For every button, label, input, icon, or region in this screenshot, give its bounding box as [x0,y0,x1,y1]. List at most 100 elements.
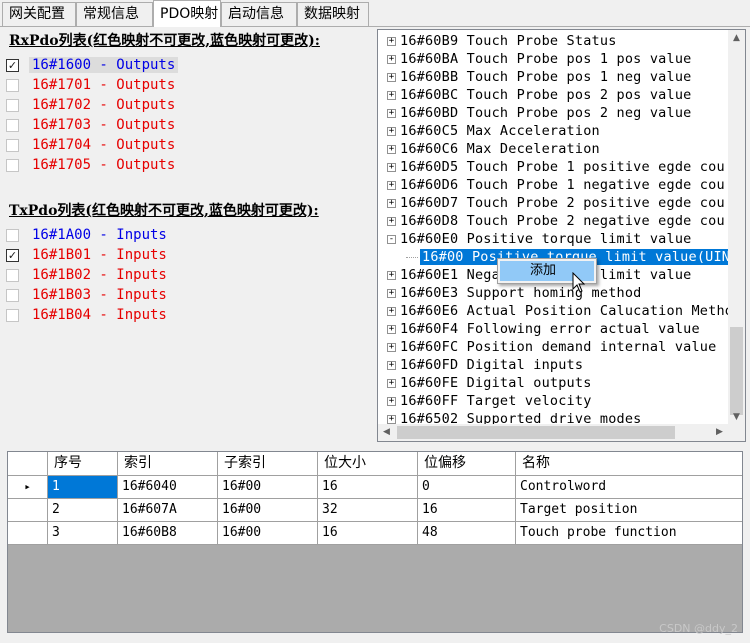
expand-icon[interactable]: + [387,342,396,352]
vertical-scroll-thumb[interactable] [730,327,743,415]
txpdo-item[interactable]: 16#1B03 - Inputs [6,286,170,304]
grid-cell[interactable]: 16#00 [218,499,318,522]
checkbox[interactable] [6,158,19,172]
expand-icon[interactable]: + [387,180,396,190]
expand-icon[interactable]: + [387,360,396,370]
grid-cell[interactable]: 3 [48,522,118,545]
grid-cell[interactable]: 16#60B8 [118,522,218,545]
collapse-icon[interactable]: - [387,234,396,244]
tree-node[interactable]: +16#60BB Touch Probe pos 1 neg value [387,68,691,86]
tree-vertical-scrollbar[interactable]: ▲ ▼ [728,30,745,426]
expand-icon[interactable]: + [387,378,396,388]
expand-icon[interactable]: + [387,144,396,154]
tree-node[interactable]: +16#60FC Position demand internal value [387,338,716,356]
grid-column-header[interactable]: 位大小 [318,452,418,476]
tree-node[interactable]: +16#60D5 Touch Probe 1 positive egde cou [387,158,725,176]
txpdo-item[interactable]: 16#1B04 - Inputs [6,306,170,324]
grid-cell[interactable]: 16#00 [218,476,318,499]
grid-cell[interactable]: 0 [418,476,516,499]
expand-icon[interactable]: + [387,54,396,64]
mapping-data-grid[interactable]: 序号 索引 子索引 位大小 位偏移 名称 ▸ 1 16#6040 16#00 16 0 Controlw… [7,451,743,633]
checkbox[interactable] [6,288,19,302]
checkbox[interactable] [6,98,19,112]
grid-cell[interactable]: Controlword [516,476,742,499]
checkbox[interactable]: ✓ [6,58,19,72]
tree-node[interactable]: +16#60E3 Support homing method [387,284,642,302]
checkbox[interactable] [6,268,19,282]
rxpdo-item[interactable]: 16#1704 - Outputs [6,136,178,154]
checkbox[interactable] [6,78,19,92]
scroll-left-arrow-icon[interactable]: ◀ [378,424,395,441]
checkbox[interactable]: ✓ [6,248,19,262]
expand-icon[interactable]: + [387,324,396,334]
tree-horizontal-scrollbar[interactable]: ◀ ▶ [378,424,728,441]
rxpdo-item[interactable]: 16#1705 - Outputs [6,156,178,174]
grid-cell[interactable]: 1 [48,476,118,499]
tree-node[interactable]: +16#60FD Digital inputs [387,356,583,374]
expand-icon[interactable]: + [387,198,396,208]
tree-node[interactable]: +16#60C5 Max Acceleration [387,122,600,140]
tab-general-info[interactable]: 常规信息 [76,2,153,26]
grid-row-header[interactable]: ▸ [8,476,48,499]
tree-node[interactable]: +16#60BA Touch Probe pos 1 pos value [387,50,691,68]
expand-icon[interactable]: + [387,90,396,100]
grid-column-header[interactable]: 子索引 [218,452,318,476]
expand-icon[interactable]: + [387,414,396,424]
tree-node[interactable]: +16#60FF Target velocity [387,392,592,410]
expand-icon[interactable]: + [387,288,396,298]
grid-cell[interactable]: 48 [418,522,516,545]
expand-icon[interactable]: + [387,306,396,316]
checkbox[interactable] [6,228,19,242]
tree-node[interactable]: +16#60BC Touch Probe pos 2 pos value [387,86,691,104]
expand-icon[interactable]: + [387,162,396,172]
tree-node[interactable]: +16#60B9 Touch Probe Status [387,32,617,50]
grid-cell[interactable]: Target position [516,499,742,522]
expand-icon[interactable]: + [387,270,396,280]
grid-row-header[interactable] [8,499,48,522]
tree-node[interactable]: +16#60D8 Touch Probe 2 negative egde cou [387,212,725,230]
tab-gateway-config[interactable]: 网关配置 [2,2,76,26]
tree-node[interactable]: -16#60E0 Positive torque limit value [387,230,691,248]
expand-icon[interactable]: + [387,36,396,46]
grid-cell[interactable]: 32 [318,499,418,522]
txpdo-item[interactable]: 16#1A00 - Inputs [6,226,170,244]
checkbox[interactable] [6,138,19,152]
grid-cell[interactable]: Touch probe function [516,522,742,545]
tree-node[interactable]: +16#60E6 Actual Position Calucation Meth… [387,302,728,320]
tree-node[interactable]: +16#60BD Touch Probe pos 2 neg value [387,104,691,122]
txpdo-item[interactable]: ✓ 16#1B01 - Inputs [6,246,170,264]
tree-node[interactable]: +16#60F4 Following error actual value [387,320,700,338]
grid-cell[interactable]: 16 [318,522,418,545]
horizontal-scroll-thumb[interactable] [397,426,675,439]
grid-cell[interactable]: 2 [48,499,118,522]
checkbox[interactable] [6,118,19,132]
rxpdo-item[interactable]: 16#1703 - Outputs [6,116,178,134]
tree-node[interactable]: +16#60C6 Max Deceleration [387,140,600,158]
rxpdo-item[interactable]: 16#1701 - Outputs [6,76,178,94]
grid-column-header[interactable]: 序号 [48,452,118,476]
txpdo-item[interactable]: 16#1B02 - Inputs [6,266,170,284]
grid-cell[interactable]: 16 [318,476,418,499]
rxpdo-item[interactable]: 16#1702 - Outputs [6,96,178,114]
grid-cell[interactable]: 16#6040 [118,476,218,499]
expand-icon[interactable]: + [387,72,396,82]
scroll-right-arrow-icon[interactable]: ▶ [711,424,728,441]
grid-cell[interactable]: 16#00 [218,522,318,545]
tree-node[interactable]: +16#60FE Digital outputs [387,374,592,392]
tab-data-mapping[interactable]: 数据映射 [297,2,369,26]
expand-icon[interactable]: + [387,126,396,136]
grid-column-header[interactable]: 名称 [516,452,742,476]
object-dictionary-tree[interactable]: +16#60B9 Touch Probe Status +16#60BA Touc… [377,29,746,442]
grid-column-header[interactable]: 位偏移 [418,452,516,476]
scroll-up-arrow-icon[interactable]: ▲ [728,30,745,47]
grid-cell[interactable]: 16 [418,499,516,522]
expand-icon[interactable]: + [387,108,396,118]
tree-node[interactable]: +16#60D6 Touch Probe 1 negative egde cou [387,176,725,194]
grid-row-header[interactable] [8,522,48,545]
grid-cell[interactable]: 16#607A [118,499,218,522]
expand-icon[interactable]: + [387,396,396,406]
rxpdo-item[interactable]: ✓ 16#1600 - Outputs [6,56,179,74]
expand-icon[interactable]: + [387,216,396,226]
tree-node[interactable]: +16#60D7 Touch Probe 2 positive egde cou [387,194,725,212]
checkbox[interactable] [6,308,19,322]
